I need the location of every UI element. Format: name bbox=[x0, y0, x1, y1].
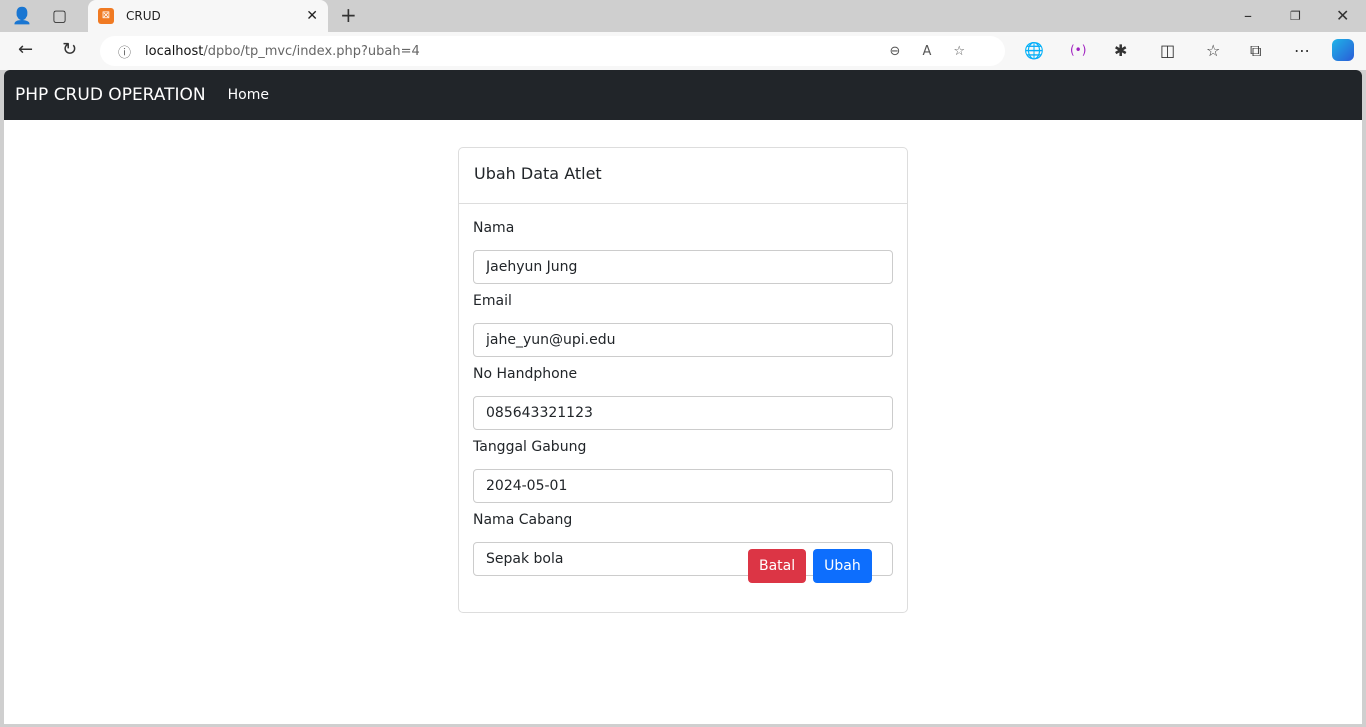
window-close-icon[interactable]: ✕ bbox=[1336, 6, 1349, 25]
browser-tab[interactable]: ⊠ CRUD ✕ bbox=[88, 0, 328, 32]
card-title: Ubah Data Atlet bbox=[459, 148, 907, 204]
address-row: ← ↻ ⓘ localhost/dpbo/tp_mvc/index.php?ub… bbox=[0, 32, 1366, 70]
tab-title: CRUD bbox=[126, 9, 161, 23]
info-icon[interactable]: ⓘ bbox=[118, 42, 131, 61]
phone-input[interactable] bbox=[473, 396, 893, 430]
email-label: Email bbox=[473, 293, 512, 309]
tab-bar: 👤 ▢ ⊠ CRUD ✕ + – ❐ ✕ bbox=[0, 0, 1366, 32]
branch-label: Nama Cabang bbox=[473, 512, 573, 528]
page: PHP CRUD OPERATION Home Ubah Data Atlet … bbox=[4, 70, 1362, 724]
join-date-label: Tanggal Gabung bbox=[473, 439, 587, 455]
nama-input[interactable] bbox=[473, 250, 893, 284]
join-date-input[interactable] bbox=[473, 469, 893, 503]
copilot-icon[interactable] bbox=[1332, 39, 1354, 61]
new-tab-icon[interactable]: + bbox=[340, 3, 357, 27]
email-input[interactable] bbox=[473, 323, 893, 357]
url-host: localhost bbox=[145, 43, 204, 59]
reload-icon[interactable]: ↻ bbox=[62, 39, 77, 60]
cancel-button[interactable]: Batal bbox=[748, 549, 807, 583]
collections-icon[interactable]: ⧉ bbox=[1250, 41, 1261, 61]
xampp-favicon-icon: ⊠ bbox=[98, 8, 114, 24]
restore-icon[interactable]: ❐ bbox=[1290, 9, 1301, 23]
split-screen-icon[interactable]: ◫ bbox=[1160, 41, 1175, 60]
favorites-icon[interactable]: ☆ bbox=[1206, 41, 1220, 60]
tab-actions-icon[interactable]: ▢ bbox=[52, 6, 67, 25]
idm-extension-icon[interactable]: 🌐 bbox=[1024, 41, 1044, 60]
phone-label: No Handphone bbox=[473, 366, 578, 382]
profile-icon[interactable]: 👤 bbox=[12, 6, 32, 25]
broadcast-extension-icon[interactable]: (•) bbox=[1070, 43, 1086, 57]
address-bar[interactable]: ⓘ localhost/dpbo/tp_mvc/index.php?ubah=4… bbox=[100, 36, 1005, 66]
submit-button[interactable]: Ubah bbox=[813, 549, 872, 583]
form-body: Nama Email No Handphone Tanggal Gabung N… bbox=[459, 204, 907, 601]
back-icon[interactable]: ← bbox=[18, 39, 33, 60]
close-tab-icon[interactable]: ✕ bbox=[306, 8, 318, 24]
url-path: /dpbo/tp_mvc/index.php?ubah=4 bbox=[203, 43, 420, 59]
minimize-icon[interactable]: – bbox=[1244, 6, 1252, 25]
navbar-brand[interactable]: PHP CRUD OPERATION bbox=[15, 85, 206, 105]
more-icon[interactable]: ⋯ bbox=[1294, 41, 1310, 60]
nama-label: Nama bbox=[473, 220, 515, 236]
nav-home-link[interactable]: Home bbox=[228, 87, 269, 103]
navbar: PHP CRUD OPERATION Home bbox=[4, 70, 1362, 120]
edit-form-card: Ubah Data Atlet Nama Email No Handphone … bbox=[458, 147, 908, 613]
extensions-icon[interactable]: ✱ bbox=[1114, 41, 1127, 60]
